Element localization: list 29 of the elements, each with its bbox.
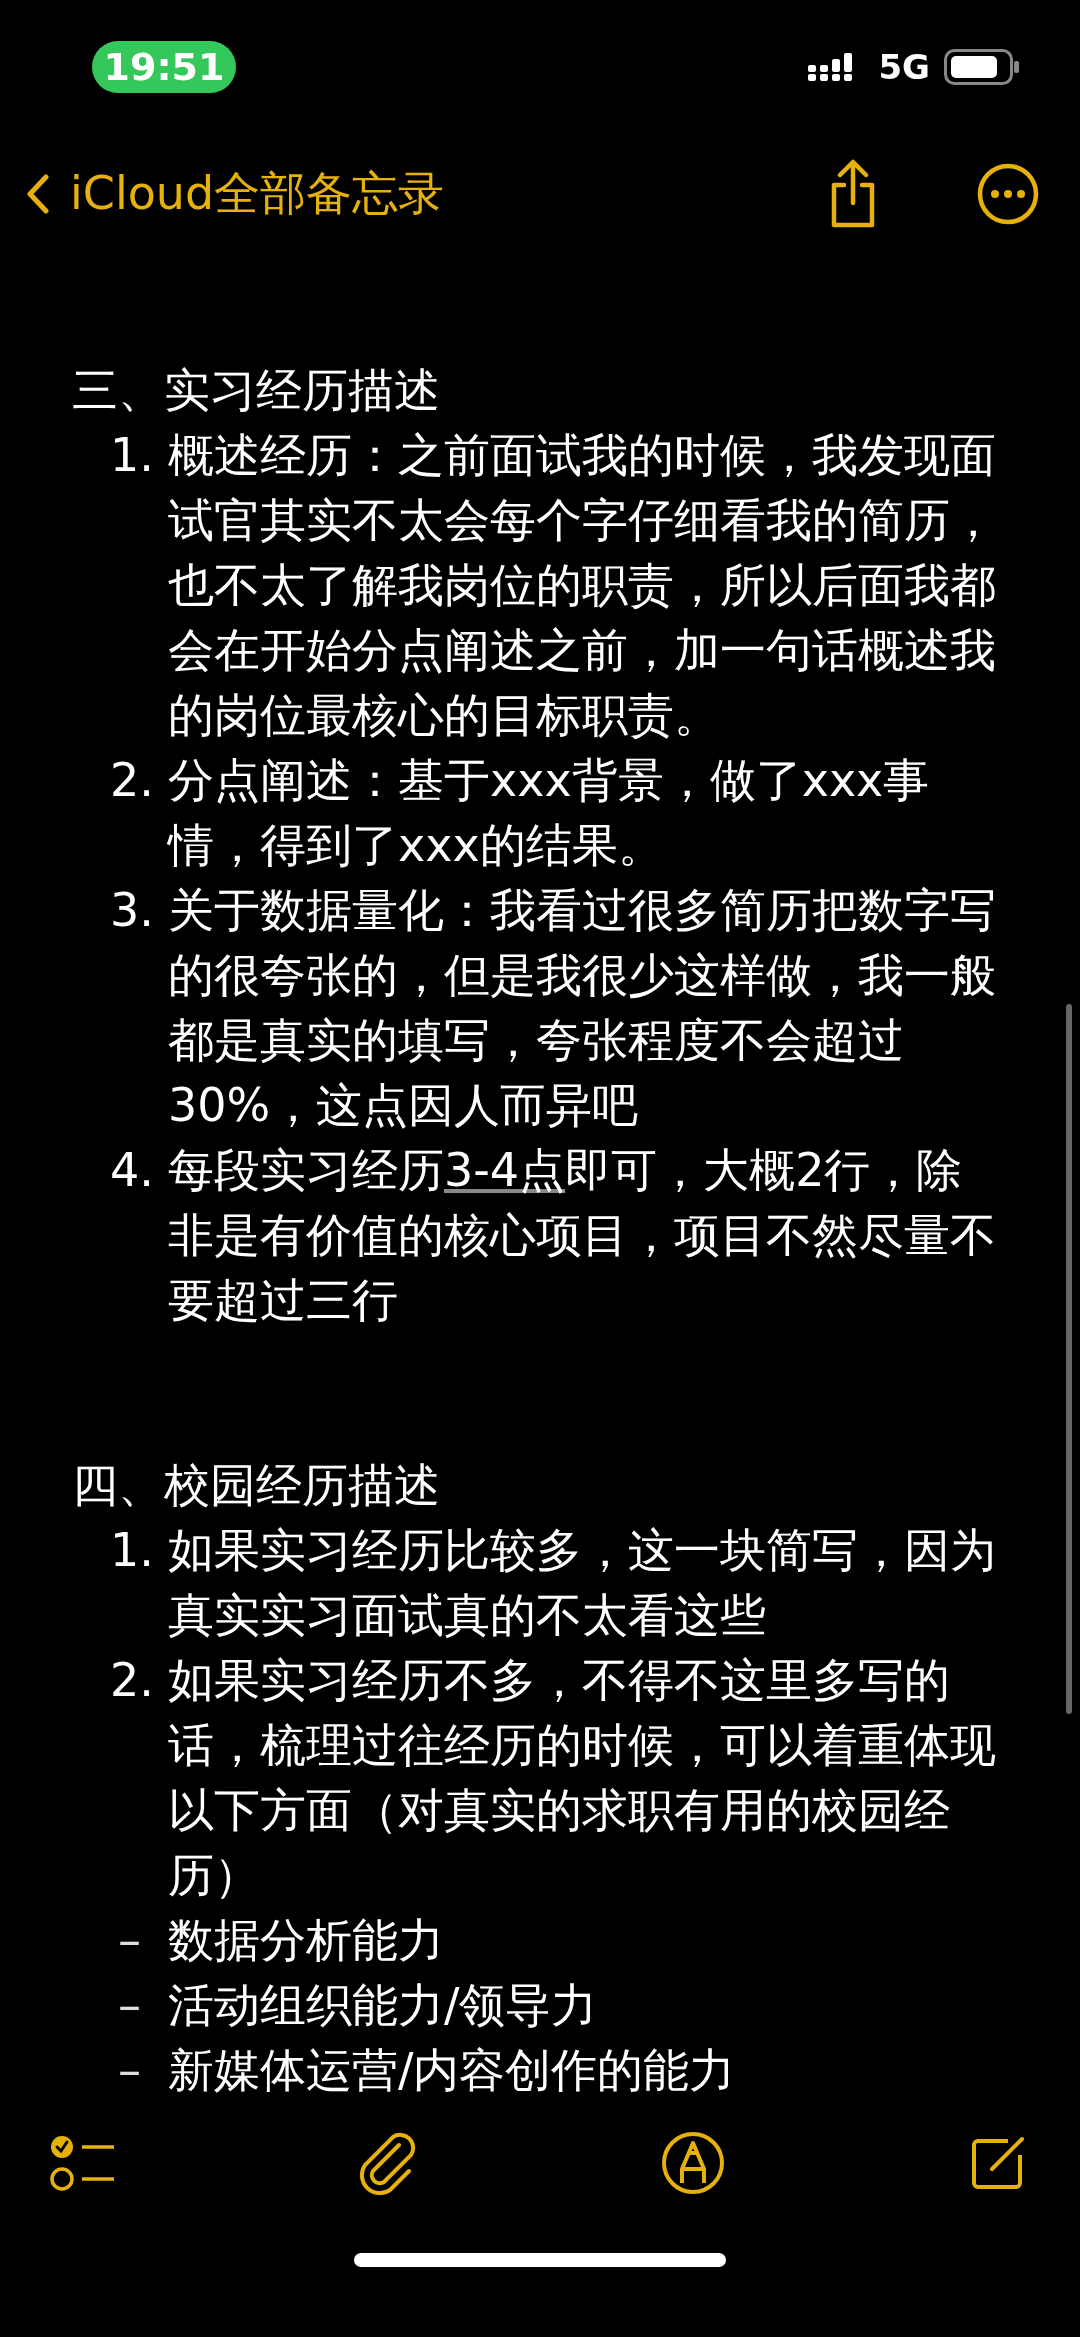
battery-icon (944, 49, 1020, 85)
list-item-text: 如果实习经历比较多，这一块简写，因为真实实习面试真的不太看这些 (168, 1522, 997, 1644)
list-item-text: 新媒体运营/内容创作的能力 (168, 2042, 737, 2099)
dash-marker: – (117, 1912, 142, 1969)
list-number: 2. (109, 1652, 155, 1709)
markup-pen-icon[interactable] (661, 2131, 726, 2195)
dash-marker: – (117, 2042, 142, 2099)
list-item-text: 数据分析能力 (168, 1912, 445, 1969)
status-time: 19:51 (92, 41, 236, 93)
section-heading: 三、实习经历描述 (72, 362, 441, 419)
list-item-text: 关于数据量化：我看过很多简历把数字写的很夸张的，但是我很少这样做，我一般都是真实的填写，夸张程度不会超过 30%，这点因人而异吧 (168, 882, 997, 1134)
list-item-text: 如果实习经历不多，不得不这里多写的话，梳理过往经历的时候，可以着重体现以下方面（对真实的求职有用的校园经历） (168, 1652, 997, 1904)
detected-link[interactable]: 3-4点 (444, 1143, 566, 1197)
checklist-icon[interactable] (50, 2133, 116, 2193)
list-item-text: 活动组织能力/领导力 (168, 1977, 599, 2034)
more-icon[interactable] (976, 162, 1040, 226)
list-item-text: 概述经历：之前面试我的时候，我发现面试官其实不太会每个字仔细看我的简历，也不太了解我岗位的职责，所以后面我都会在开始分点阐述之前，加一句话概述我的岗位最核心的目标职责。 (168, 427, 997, 744)
list-item-text: 每段实习经历3-4点即可，大概2行，除非是有价值的核心项目，项目不然尽量不要超过三行 (168, 1142, 997, 1329)
list-number: 1. (109, 1522, 155, 1579)
list-number: 3. (109, 882, 155, 939)
section-heading: 四、校园经历描述 (72, 1457, 441, 1514)
dash-marker: – (117, 1977, 142, 2034)
list-number: 2. (109, 752, 155, 809)
list-number: 4. (109, 1142, 155, 1199)
back-button[interactable]: iCloud全部备忘录 (26, 163, 445, 225)
chevron-left-icon[interactable] (26, 174, 50, 214)
network-label: 5G (878, 47, 930, 87)
list-number: 1. (109, 427, 155, 484)
list-item-text: 分点阐述：基于xxx背景，做了xxx事情，得到了xxx的结果。 (168, 752, 931, 874)
